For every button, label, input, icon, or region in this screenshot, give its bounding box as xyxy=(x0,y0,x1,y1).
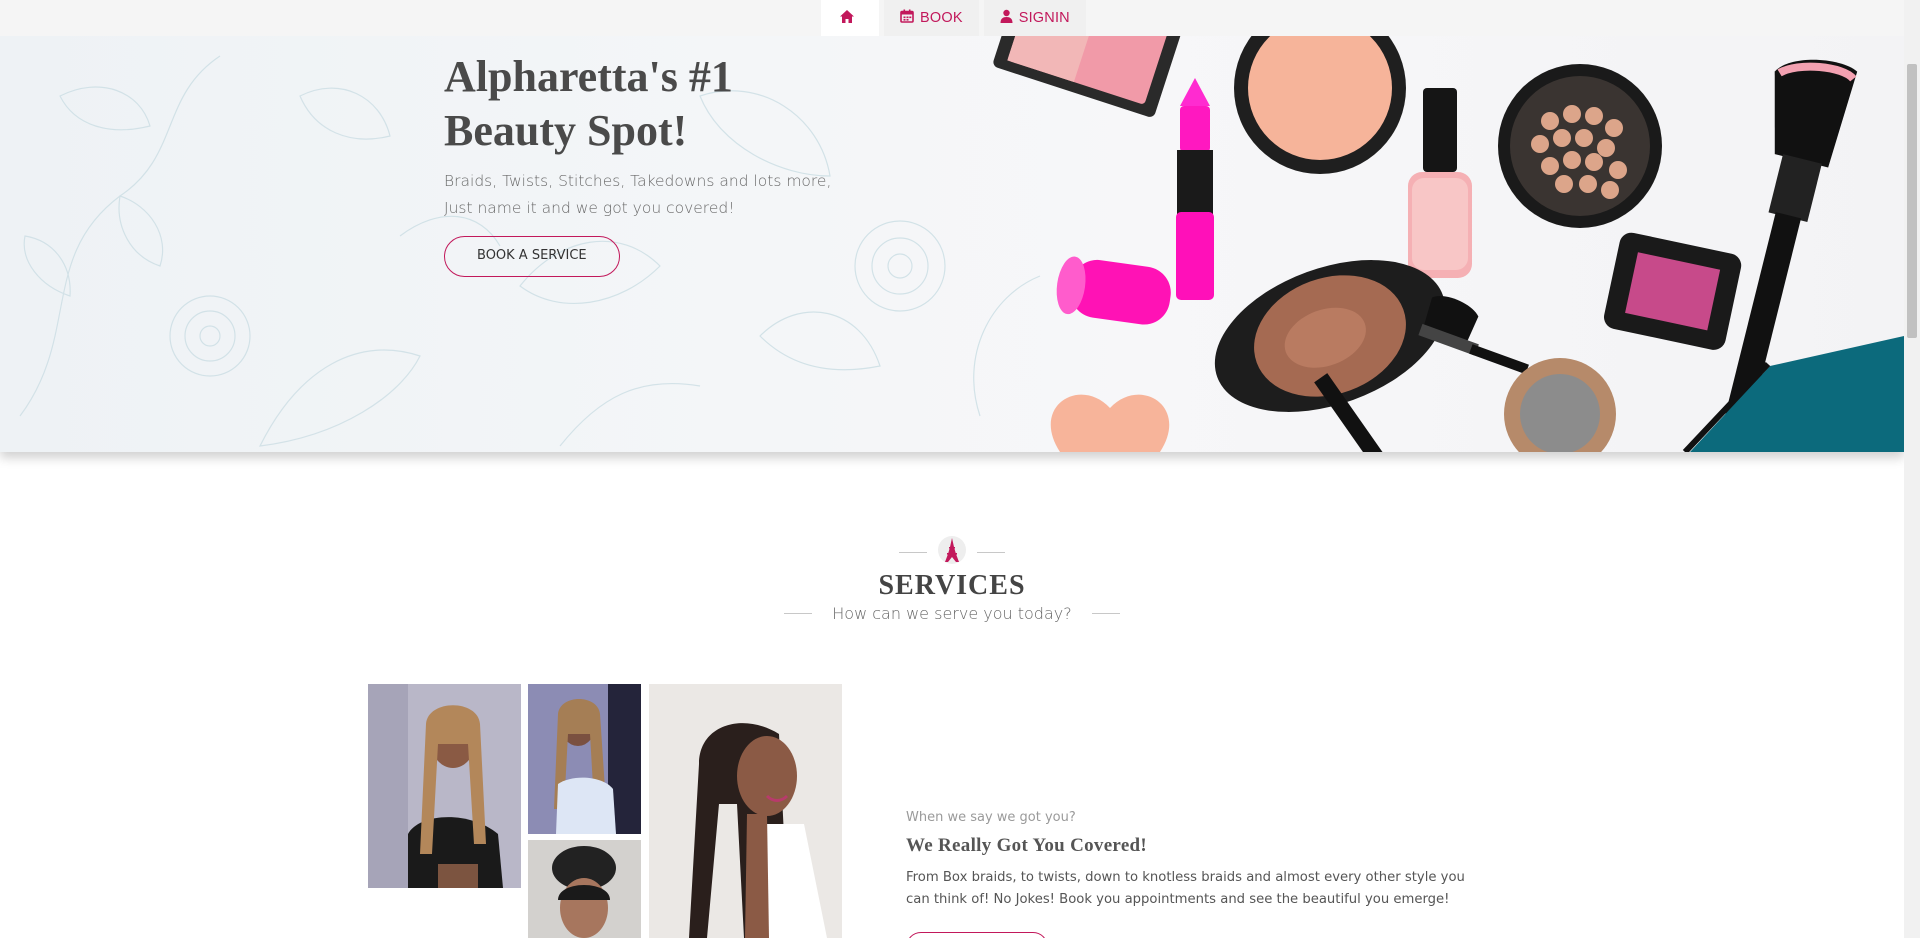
nav-book-tab[interactable]: BOOK xyxy=(884,0,979,36)
top-nav: BOOK SIGNIN xyxy=(0,0,1904,36)
hero-title: Alpharetta's #1 Beauty Spot! xyxy=(444,50,864,158)
nav-signin-tab[interactable]: SIGNIN xyxy=(983,0,1086,36)
home-icon xyxy=(839,9,861,28)
nav-tabs: BOOK SIGNIN xyxy=(821,0,1086,36)
hero-title-line2: Beauty Spot! xyxy=(444,106,688,155)
user-icon xyxy=(1000,9,1019,27)
page-scrollbar[interactable] xyxy=(1904,0,1920,938)
divider-line xyxy=(977,551,1005,553)
hero-banner: Alpharetta's #1 Beauty Spot! Braids, Twi… xyxy=(0,36,1904,452)
services-subtitle-row: How can we serve you today? xyxy=(0,604,1904,623)
book-service-button[interactable]: BOOK A SERVICE xyxy=(444,236,620,277)
nav-signin-label: SIGNIN xyxy=(1018,10,1070,26)
nav-book-label: BOOK xyxy=(920,10,963,26)
calendar-icon xyxy=(900,9,920,27)
services-emblem-row xyxy=(0,536,1904,568)
nav-home-tab[interactable] xyxy=(821,0,879,36)
feature-title: We Really Got You Covered! xyxy=(906,835,1148,856)
braids-photo-4 xyxy=(649,684,842,938)
hero-title-line1: Alpharetta's #1 xyxy=(444,52,733,101)
hero-subtitle: Braids, Twists, Stitches, Takedowns and … xyxy=(444,168,864,222)
services-title: SERVICES xyxy=(878,570,1026,601)
divider-line xyxy=(1091,613,1120,614)
braids-photo-2 xyxy=(528,684,641,834)
eiffel-tower-icon xyxy=(937,535,967,569)
feature-cta-button[interactable] xyxy=(906,932,1048,938)
braids-photo-1 xyxy=(368,684,521,888)
scrollbar-thumb[interactable] xyxy=(1907,64,1917,338)
hero-subtitle-line1: Braids, Twists, Stitches, Takedowns and … xyxy=(444,172,832,190)
hero-subtitle-line2: Just name it and we got you covered! xyxy=(444,199,735,217)
cosmetics-image xyxy=(993,36,1904,452)
braids-photo-3 xyxy=(528,840,641,938)
hero-text: Alpharetta's #1 Beauty Spot! Braids, Twi… xyxy=(444,50,864,277)
feature-text-block: When we say we got you? We Really Got Yo… xyxy=(906,810,1486,911)
divider-line xyxy=(899,551,927,553)
feature-description: From Box braids, to twists, down to knot… xyxy=(906,870,1465,907)
services-section-header: SERVICES How can we serve you today? xyxy=(0,536,1904,623)
divider-line xyxy=(784,613,813,614)
services-subtitle: How can we serve you today? xyxy=(832,604,1072,623)
feature-pretitle: When we say we got you? xyxy=(906,810,1076,825)
